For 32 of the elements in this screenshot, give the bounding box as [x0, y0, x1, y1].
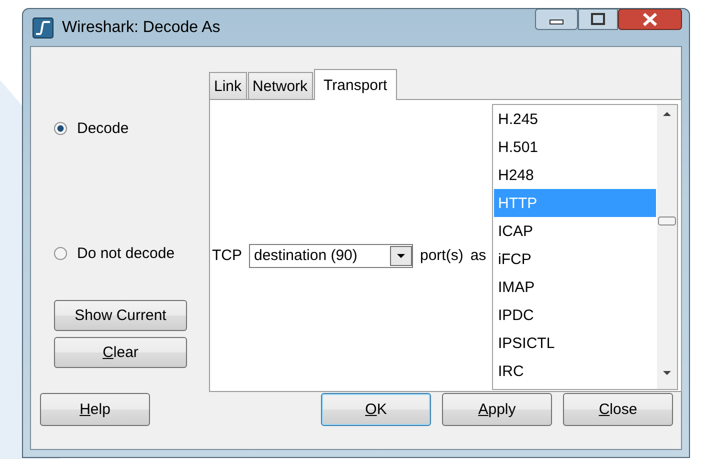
radio-label: Do not decode [77, 245, 175, 262]
list-item[interactable]: H248 [494, 161, 656, 189]
tab[interactable]: Transport [314, 69, 398, 100]
minimize-icon[interactable] [535, 9, 578, 30]
list-item[interactable]: IRC [494, 357, 656, 385]
help-button[interactable]: Help [40, 392, 150, 426]
radio-button[interactable] [54, 122, 67, 135]
list-item[interactable]: iFCP [494, 245, 656, 273]
app-icon [32, 16, 54, 38]
list-item[interactable]: ICAP [494, 217, 656, 245]
maximize-icon[interactable] [578, 9, 618, 30]
window-title: Wireshark: Decode As [62, 18, 220, 36]
protocol-list[interactable]: H.245 H.501 H248 HTTP ICAP iFCP IMAP IPDC IPSICTL IRC [492, 104, 678, 390]
ok-button[interactable]: OK [321, 392, 431, 426]
port-suffix-label: port(s) [420, 247, 464, 264]
tab[interactable]: Link [209, 72, 247, 99]
port-dropdown[interactable]: destination (90) [249, 244, 413, 268]
list-item[interactable]: IMAP [494, 273, 656, 301]
apply-button[interactable]: Apply [442, 392, 552, 426]
protocol-label: TCP [212, 247, 242, 264]
radio-label: Decode [77, 120, 129, 137]
close-icon[interactable] [618, 9, 682, 30]
tab[interactable]: Network [248, 72, 313, 99]
list-item[interactable]: H.501 [494, 133, 656, 161]
show-current-button[interactable]: Show Current [54, 300, 187, 331]
close-button[interactable]: Close [563, 392, 673, 426]
clear-button[interactable]: Clear [54, 337, 187, 368]
list-item[interactable]: IPSICTL [494, 329, 656, 357]
radio-button[interactable] [54, 247, 67, 260]
list-item[interactable]: H.245 [494, 105, 656, 133]
list-item[interactable]: IPDC [494, 301, 656, 329]
as-label: as [470, 247, 486, 264]
